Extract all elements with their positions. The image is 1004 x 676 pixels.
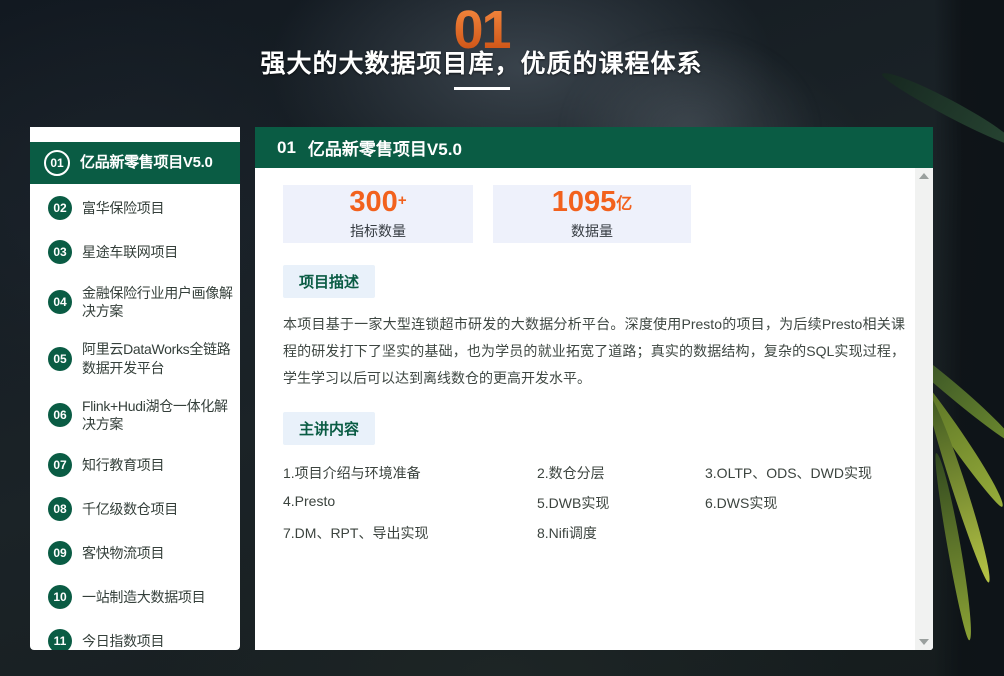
project-sidebar: 01 亿品新零售项目V5.0 02 富华保险项目 03 星途车联网项目 04 金… [30,127,240,650]
stat-label: 数据量 [571,222,613,239]
sidebar-item-project-06[interactable]: 06 Flink+Hudi湖仓一体化解决方案 [30,387,240,443]
panel-header-number: 01 [277,137,296,157]
panel-body: 300+ 指标数量 1095亿 数据量 项目描述 本项目基于一家大型连锁超市研发… [255,168,915,650]
scroll-down-icon[interactable] [919,639,929,645]
project-number-badge: 08 [48,497,72,522]
panel-header-title: 亿品新零售项目V5.0 [307,140,462,159]
project-detail-panel: 01 亿品新零售项目V5.0 300+ 指标数量 1095亿 数据量 项目描述 … [255,127,933,650]
sidebar-item-label: 千亿级数仓项目 [82,501,178,518]
panel-scrollbar[interactable] [915,168,933,650]
stat-label: 指标数量 [350,222,406,239]
topic-item: 5.DWB实现 [537,495,610,511]
title-underline [453,87,510,90]
project-number-badge: 06 [48,402,72,427]
stat-metric-count: 300+ 指标数量 [283,185,473,243]
page-title: 强大的大数据项目库，优质的课程体系 [260,50,703,78]
project-description-text: 本项目基于一家大型连锁超市研发的大数据分析平台。深度使用Presto的项目，为后… [283,316,905,386]
sidebar-item-project-11[interactable]: 11 今日指数项目 [30,619,240,650]
project-number-badge: 01 [44,150,70,176]
project-number-badge: 04 [48,290,72,315]
sidebar-item-label: 富华保险项目 [82,199,165,216]
project-number-badge: 09 [48,541,72,566]
sidebar-item-label: 一站制造大数据项目 [82,589,206,606]
project-number-badge: 07 [48,453,72,478]
scroll-up-icon[interactable] [919,173,929,179]
project-number-badge: 02 [48,196,72,220]
topics-grid: 1.项目介绍与环境准备 2.数仓分层 3.OLTP、ODS、DWD实现 4.Pr… [283,463,903,543]
topic-item: 8.Nifi调度 [537,525,597,541]
sidebar-item-project-05[interactable]: 05 阿里云DataWorks全链路数据开发平台 [30,330,240,386]
sidebar-item-project-02[interactable]: 02 富华保险项目 [30,186,240,230]
stat-value: 1095 [551,185,617,218]
sidebar-item-label: 星途车联网项目 [82,243,178,260]
topic-item: 2.数仓分层 [537,465,605,481]
sidebar-item-project-03[interactable]: 03 星途车联网项目 [30,230,240,274]
topic-item: 7.DM、RPT、导出实现 [283,525,429,541]
stat-suffix: 亿 [616,195,633,213]
topic-item: 6.DWS实现 [705,495,778,511]
sidebar-item-label: 亿品新零售项目V5.0 [80,154,213,172]
sidebar-item-label: 客快物流项目 [82,545,165,562]
sidebar-item-label: 金融保险行业用户画像解决方案 [82,285,233,320]
sidebar-item-label: Flink+Hudi湖仓一体化解决方案 [82,397,228,432]
sidebar-item-project-09[interactable]: 09 客快物流项目 [30,531,240,575]
stats-row: 300+ 指标数量 1095亿 数据量 [283,185,903,243]
hero-section: 01 强大的大数据项目库，优质的课程体系 [30,0,933,110]
project-number-badge: 10 [48,585,72,610]
panel-header: 01 亿品新零售项目V5.0 [255,127,933,168]
sidebar-item-project-01[interactable]: 01 亿品新零售项目V5.0 [30,142,240,184]
sidebar-item-project-07[interactable]: 07 知行教育项目 [30,443,240,487]
stat-value: 300 [349,185,398,218]
sidebar-item-label: 知行教育项目 [82,457,165,474]
description-section-heading: 项目描述 [283,265,376,298]
stat-suffix: + [397,191,407,209]
sidebar-item-project-08[interactable]: 08 千亿级数仓项目 [30,487,240,531]
sidebar-item-label: 今日指数项目 [82,633,165,650]
project-number-badge: 03 [48,240,72,264]
sidebar-item-project-04[interactable]: 04 金融保险行业用户画像解决方案 [30,274,240,330]
sidebar-item-label: 阿里云DataWorks全链路数据开发平台 [82,341,231,376]
page-background: 01 强大的大数据项目库，优质的课程体系 01 亿品新零售项目V5.0 02 富… [0,0,1004,676]
topic-item: 1.项目介绍与环境准备 [283,465,421,481]
project-number-badge: 05 [48,346,72,371]
project-number-badge: 11 [48,629,72,650]
topics-section-heading: 主讲内容 [283,412,376,445]
stat-data-volume: 1095亿 数据量 [493,185,691,243]
sidebar-item-project-10[interactable]: 10 一站制造大数据项目 [30,575,240,619]
topic-item: 3.OLTP、ODS、DWD实现 [705,465,872,481]
topic-item: 4.Presto [283,493,336,509]
